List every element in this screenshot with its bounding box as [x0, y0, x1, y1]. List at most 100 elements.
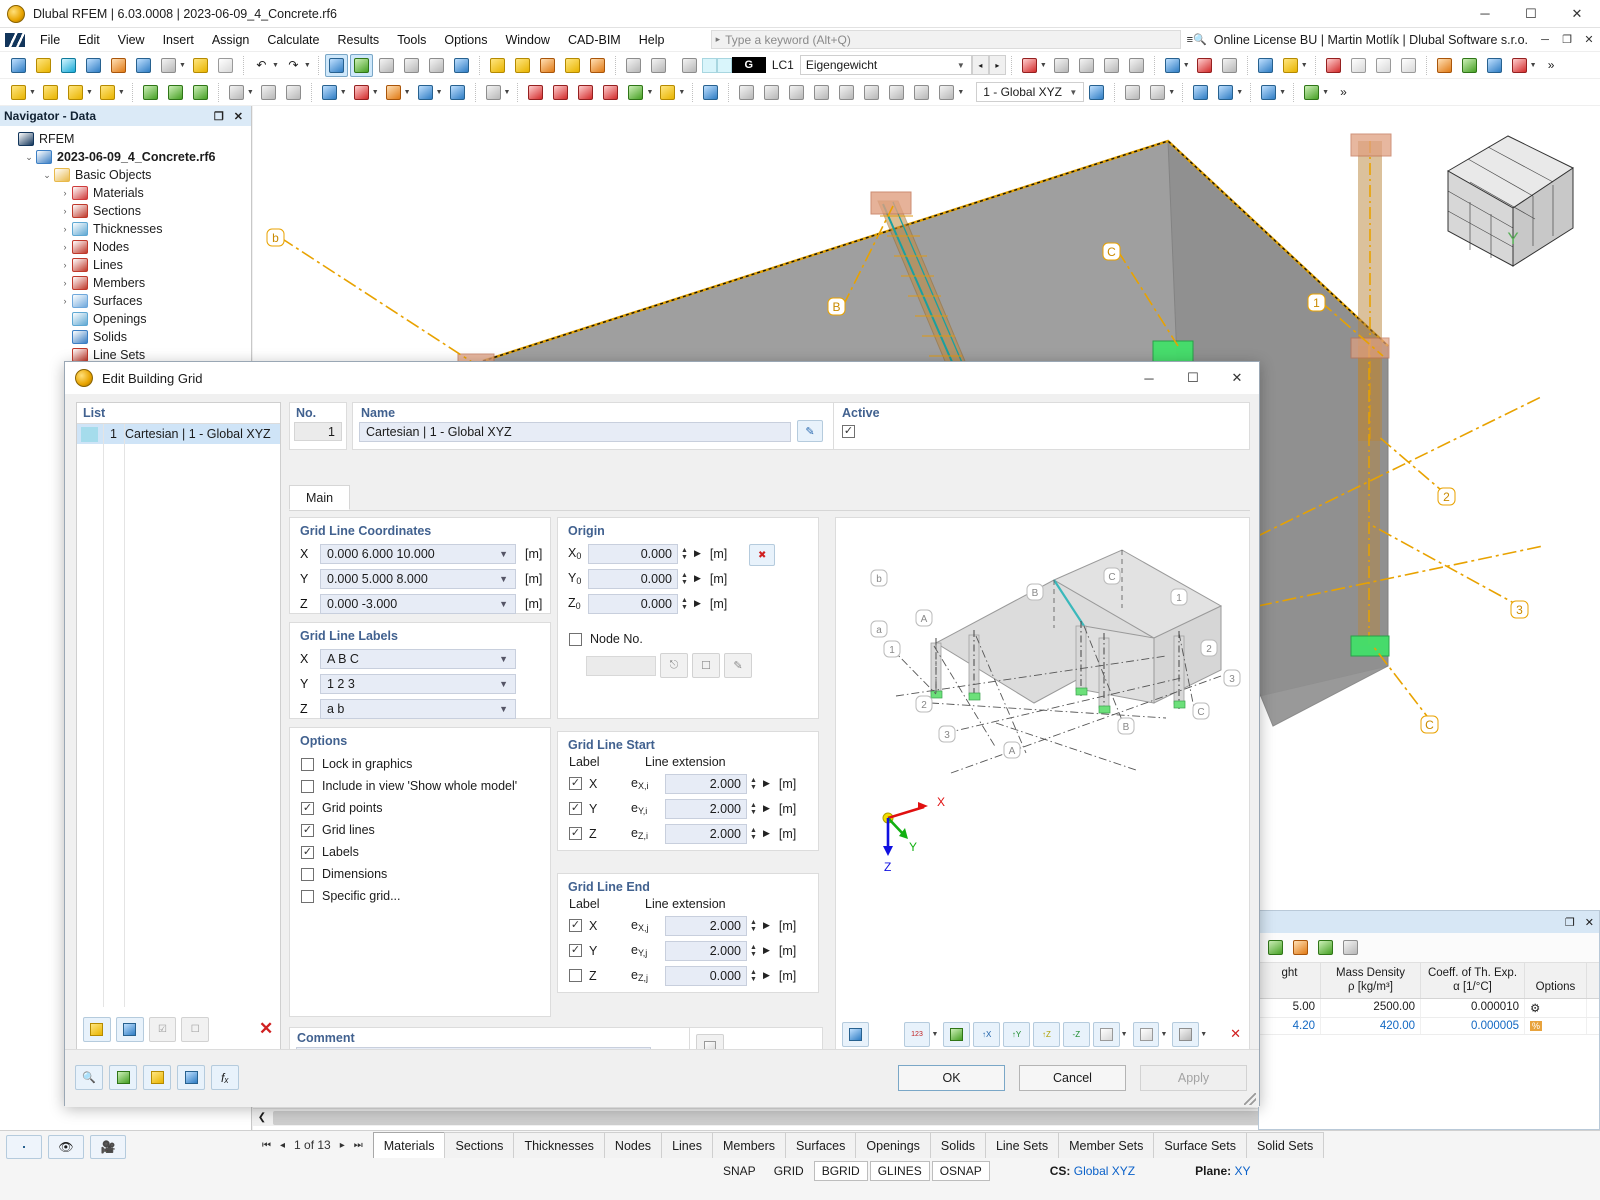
free-load-button[interactable] [624, 81, 647, 104]
visibility-icon[interactable] [943, 1021, 971, 1047]
sheet-tab-line-sets[interactable]: Line Sets [984, 1132, 1060, 1158]
tab-main[interactable]: Main [289, 485, 351, 510]
expand-icon[interactable]: › [58, 206, 72, 216]
sheet-tab-solid-sets[interactable]: Solid Sets [1246, 1132, 1325, 1158]
load-case-selector[interactable]: G LC1 Eigengewicht ▼ ◂ ▸ [677, 55, 1006, 76]
sheet-tab-sections[interactable]: Sections [444, 1132, 515, 1158]
loads-display-button[interactable] [1018, 54, 1041, 77]
surface-load-button[interactable] [599, 81, 622, 104]
view-in-x-button[interactable] [1433, 54, 1456, 77]
table-row[interactable]: 4.20 420.00 0.000005 % [1259, 1017, 1599, 1035]
pick-point-icon[interactable]: ✖ [749, 544, 776, 566]
origin-y-expand-icon[interactable]: ▶ [694, 573, 701, 584]
option-lock-in-graphics[interactable]: Lock in graphics [301, 753, 550, 775]
dialog-close-button[interactable]: ✕ [1215, 362, 1259, 394]
view-negz-icon[interactable]: -Z [1062, 1021, 1090, 1047]
sheet-tab-surface-sets[interactable]: Surface Sets [1153, 1132, 1247, 1158]
origin-y-input[interactable]: 0.000 [588, 568, 678, 589]
new-solid-set-button[interactable] [446, 81, 469, 104]
snap-toggle-glines[interactable]: GLINES [869, 1161, 930, 1181]
new-solid-button[interactable] [350, 81, 373, 104]
work-plane-button[interactable] [647, 54, 670, 77]
units-icon[interactable] [1314, 936, 1337, 959]
checkbox[interactable]: ✓ [301, 845, 314, 859]
grid-start-z-expand-icon[interactable]: ▶ [763, 828, 770, 839]
render-dropdown-icon[interactable]: ▼ [1183, 62, 1190, 69]
opening-dropdown-icon[interactable]: ▼ [404, 89, 411, 96]
grid-end-z-input[interactable]: 0.000 [665, 965, 747, 986]
view-in-negy-button[interactable] [1458, 54, 1481, 77]
printout-report-button[interactable] [189, 54, 212, 77]
free-load-dropdown-icon[interactable]: ▼ [646, 89, 653, 96]
expand-icon[interactable]: › [58, 296, 72, 306]
node-no-checkbox[interactable] [569, 632, 582, 646]
console-button[interactable] [400, 54, 423, 77]
grid-label-y-combo[interactable]: 1 2 3 ▼ [320, 673, 516, 694]
show-navigator-button[interactable] [324, 53, 348, 77]
navigator-restore-button[interactable]: ❐ [214, 110, 224, 123]
grid-start-x-spinner[interactable]: ▲ ▼ [750, 777, 757, 791]
help-icon[interactable]: 🔍 [75, 1065, 103, 1090]
table-restore-button[interactable]: ❐ [1565, 916, 1575, 929]
view-z-icon[interactable]: ↑Z [1033, 1021, 1060, 1047]
network-button[interactable] [82, 54, 105, 77]
excel-export-icon[interactable] [1264, 936, 1287, 959]
numbering-dropdown-icon[interactable]: ▼ [931, 1031, 938, 1038]
menu-insert[interactable]: Insert [154, 30, 203, 50]
checkbox[interactable] [301, 867, 314, 881]
copy-grid-button[interactable] [115, 1016, 144, 1042]
origin-z-input[interactable]: 0.000 [588, 593, 678, 614]
menu-calculate[interactable]: Calculate [258, 30, 328, 50]
table-row[interactable]: 5.00 2500.00 0.000010 ⚙ [1259, 998, 1599, 1018]
menu-options[interactable]: Options [435, 30, 496, 50]
checkbox[interactable] [301, 889, 314, 903]
building-grid-button[interactable] [282, 81, 305, 104]
grid-start-x-expand-icon[interactable]: ▶ [763, 778, 770, 789]
import-icon[interactable] [1289, 936, 1312, 959]
measure-button[interactable] [1189, 81, 1212, 104]
box-dropdown-icon[interactable]: ▼ [1160, 1031, 1167, 1038]
loads-dropdown-icon[interactable]: ▼ [1040, 62, 1047, 69]
grid-label-x-combo[interactable]: A B C ▼ [320, 648, 516, 669]
menu-results[interactable]: Results [329, 30, 389, 50]
render-icon[interactable] [842, 1021, 869, 1047]
results-table-button[interactable] [1218, 54, 1241, 77]
display-props-icon[interactable] [143, 1065, 171, 1090]
calculate-button[interactable] [1254, 54, 1277, 77]
toolbar-overflow-button[interactable]: » [1540, 54, 1563, 77]
section-cut-button[interactable] [1257, 81, 1280, 104]
maximize-button[interactable]: ☐ [1508, 0, 1554, 28]
script-button[interactable] [425, 54, 448, 77]
pager-prev-button[interactable]: ◂ [280, 1140, 285, 1151]
list-button[interactable] [450, 54, 473, 77]
grid-end-z-expand-icon[interactable]: ▶ [763, 970, 770, 981]
expand-icon[interactable]: › [58, 224, 72, 234]
scale-objects-button[interactable] [835, 81, 858, 104]
new-surface-set-button[interactable] [414, 81, 437, 104]
zoom-select-button[interactable] [511, 54, 534, 77]
grid-start-y-expand-icon[interactable]: ▶ [763, 803, 770, 814]
pencil-icon[interactable]: ✎ [797, 420, 823, 442]
coordinate-system-combo[interactable]: 1 - Global XYZ ▼ [976, 82, 1085, 102]
grid-start-z-spinner[interactable]: ▲ ▼ [750, 827, 757, 841]
checkbox[interactable]: ✓ [301, 801, 314, 815]
line-load-button[interactable] [574, 81, 597, 104]
uncheck-all-button[interactable]: ☐ [181, 1016, 210, 1042]
grid-start-z-input[interactable]: 2.000 [665, 823, 747, 844]
select-window-button[interactable] [586, 54, 609, 77]
new-support-button[interactable] [139, 81, 162, 104]
origin-x-expand-icon[interactable]: ▶ [694, 548, 701, 559]
gear-icon[interactable]: ⚙ [1525, 998, 1587, 1017]
node-dropdown-icon[interactable]: ▼ [29, 89, 36, 96]
move-objects-button[interactable] [760, 81, 783, 104]
graphics-icon[interactable] [177, 1065, 205, 1090]
results-diagram-button[interactable] [1193, 54, 1216, 77]
bgrid-toggle-button[interactable] [1146, 81, 1169, 104]
origin-y-spinner[interactable]: ▲ ▼ [681, 572, 688, 586]
zoom-reset-button[interactable] [1322, 54, 1345, 77]
search-input[interactable]: ▸ Type a keyword (Alt+Q) [710, 30, 1181, 49]
grid-coord-x-combo[interactable]: 0.000 6.000 10.000 ▼ [320, 543, 516, 564]
checkbox[interactable]: ✓ [301, 823, 314, 837]
dialog-minimize-button[interactable]: ─ [1127, 362, 1171, 394]
grid-start-y-spinner[interactable]: ▲ ▼ [750, 802, 757, 816]
